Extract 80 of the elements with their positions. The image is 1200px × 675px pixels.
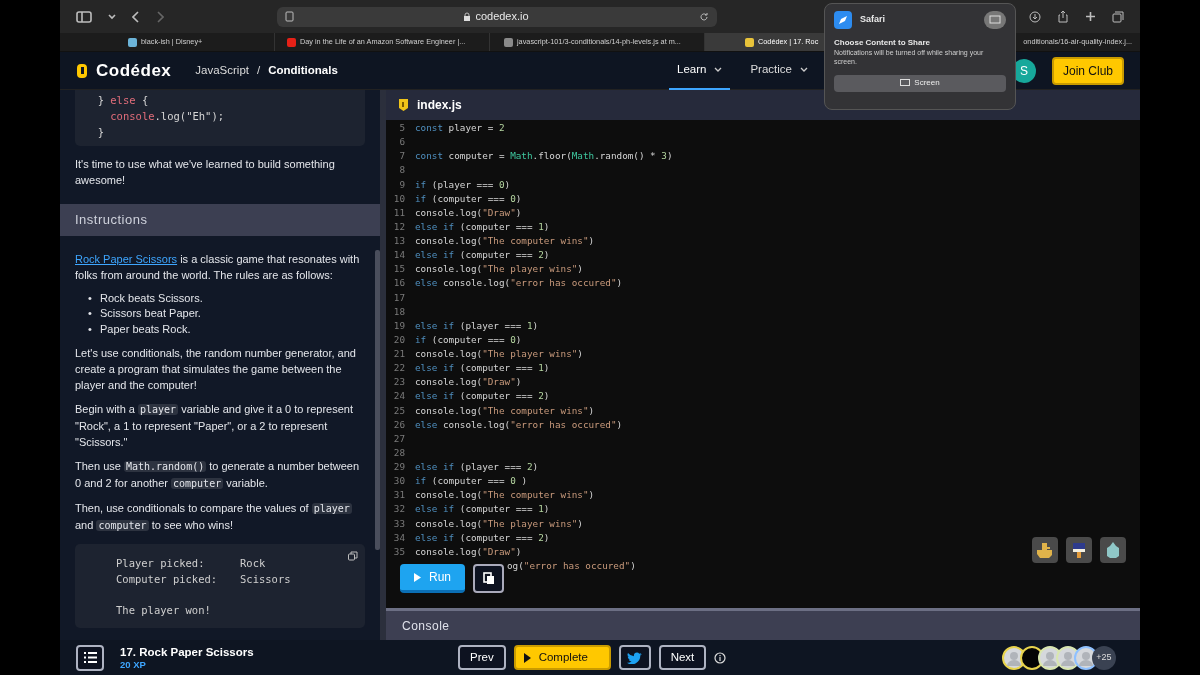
line-number: 32	[392, 502, 406, 517]
list-item: Paper beats Rock.	[100, 321, 191, 337]
code-line: else if (computer === 1)	[415, 502, 550, 517]
paragraph: It's time to use what we've learned to build something awesome!	[75, 157, 336, 188]
xp-label: 20 XP	[120, 658, 147, 670]
lesson-title: 17. Rock Paper Scissors	[120, 645, 255, 659]
code-line: console.log("The computer wins")	[415, 234, 595, 248]
code-line: if (computer === 0 )	[415, 474, 527, 489]
code-line: else console.log("error has occured")	[415, 417, 623, 432]
code-line: else console.log("error has occured")	[415, 276, 623, 291]
code-line: else if (computer === 2)	[415, 389, 550, 404]
code-line: if (computer === 0)	[415, 332, 522, 347]
code-line: else if (computer === 1)	[415, 219, 550, 234]
line-number: 26	[392, 417, 406, 432]
bullet: •	[88, 290, 93, 306]
code-line: console.log("The player wins")	[415, 262, 583, 277]
code-line: console.log("The player wins")	[415, 516, 583, 531]
code-line: console.log("The computer wins")	[415, 488, 595, 503]
line-number: 14	[392, 248, 406, 263]
code-line: if (computer === 0)	[415, 191, 522, 206]
line-number: 5	[398, 121, 406, 135]
line-number: 30	[392, 474, 406, 489]
line-number: 7	[398, 149, 406, 164]
code-line: else if (computer === 2)	[415, 248, 550, 263]
section-heading: Instructions	[60, 204, 380, 236]
list-item: Rock beats Scissors.	[100, 290, 203, 306]
line-number: 34	[392, 530, 406, 545]
line-number: 18	[392, 304, 406, 319]
url-text: codedex.io	[475, 9, 529, 25]
line-number: 20	[392, 332, 406, 347]
line-number: 27	[392, 431, 406, 446]
app-name: Safari	[860, 13, 885, 27]
popup-heading: Choose Content to Share	[834, 37, 931, 49]
code-line: const player = 2	[415, 121, 505, 135]
line-number: 16	[392, 276, 406, 291]
line-number: 29	[392, 460, 406, 474]
bullet: •	[88, 306, 93, 321]
line-number: 13	[392, 234, 406, 248]
line-number: 25	[392, 403, 406, 418]
output-text: Player picked: Rock Computer picked: Scissors The player won!	[116, 556, 292, 618]
code-line: else if (player === 2)	[415, 460, 539, 474]
line-number: 10	[392, 191, 406, 206]
line-number: 35	[392, 544, 406, 559]
code-line: else if (player === 1)	[415, 318, 539, 333]
line-number: 12	[392, 219, 406, 234]
line-number: 11	[392, 205, 406, 220]
code-line: else if (computer === 1)	[415, 361, 550, 376]
paragraph: Begin with a player variable and give it a 0 to represent "Rock", a 1 to represent "Paper", or a 2 to represent "Scissors."	[75, 402, 354, 450]
code-line: else if (computer === 2)	[415, 530, 550, 545]
line-number: 8	[398, 163, 406, 178]
code-line: const computer = Math.floor(Math.random() * 3)	[415, 149, 673, 164]
line-number: 6	[398, 135, 406, 150]
paragraph: Then use Math.random() to generate a number between 0 and 2 for another computer variable.	[75, 459, 361, 491]
more-count: +25	[1092, 645, 1116, 670]
paragraph: Let's use conditionals, the random number generator, and create a program that simulates the game between the player and the computer!	[75, 346, 357, 393]
breadcrumb-current: Conditionals	[268, 62, 338, 78]
code-line: og("error has occured")	[506, 558, 636, 573]
code-snippet: } else { console.log("Eh"); }	[75, 90, 365, 146]
line-number: 33	[392, 516, 406, 531]
line-number: 17	[392, 290, 406, 305]
line-number: 23	[392, 375, 406, 390]
code-line: console.log("The player wins")	[415, 347, 583, 361]
line-number: 21	[392, 347, 406, 361]
line-number: 28	[392, 445, 406, 460]
line-number: 19	[392, 318, 406, 333]
paragraph: Then, use conditionals to compare the values of player and computer to see who wins!	[75, 501, 353, 533]
code-line: if (player === 0)	[415, 177, 511, 192]
line-number: 15	[392, 262, 406, 277]
code-line: console.log("The computer wins")	[415, 403, 595, 418]
code-line: console.log("Draw")	[415, 375, 522, 390]
breadcrumb-separator: /	[257, 62, 261, 78]
line-number: 9	[398, 177, 406, 192]
list-item: Scissors beat Paper.	[100, 306, 201, 321]
code-line: console.log("Draw")	[415, 205, 522, 220]
line-number: 24	[392, 389, 406, 404]
code-line: console.log("Draw")	[415, 544, 522, 559]
bullet: •	[88, 321, 93, 337]
line-number: 31	[392, 488, 406, 503]
line-number: 22	[392, 361, 406, 376]
paragraph: Rock Paper Scissors is a classic game that resonates with folks from around the world. The rules are as follows:	[75, 251, 361, 283]
